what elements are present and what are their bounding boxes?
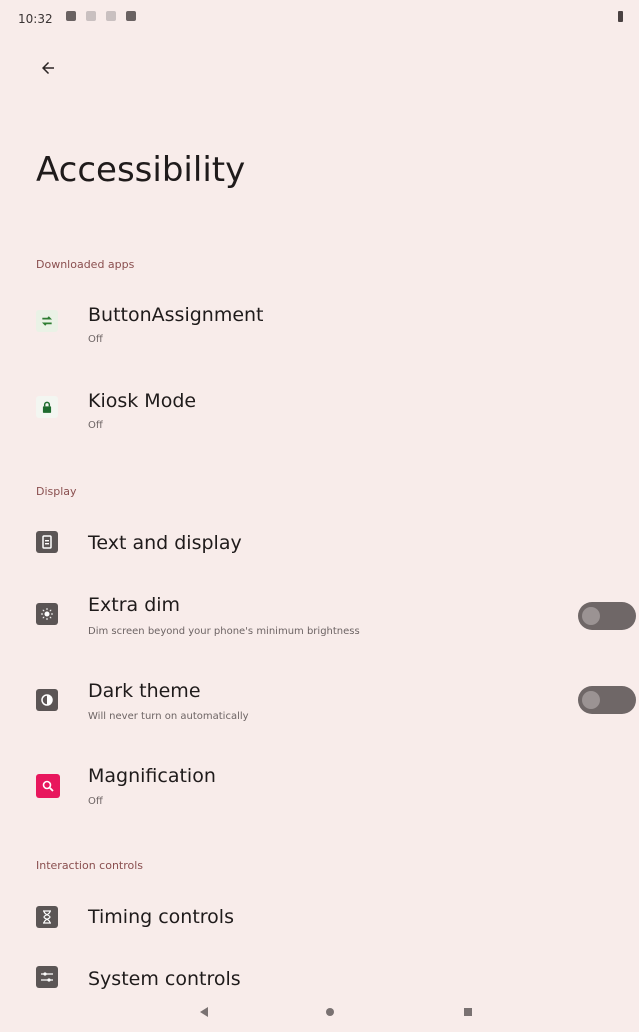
back-button[interactable] [32,52,64,84]
dark-theme-toggle[interactable] [578,686,636,714]
notification-icon [66,11,76,21]
status-time: 10:32 [18,12,53,26]
contrast-icon [36,689,58,711]
pref-title: Text and display [88,532,242,554]
pref-title: Dark theme [88,680,201,702]
section-header-downloaded-apps: Downloaded apps [36,258,135,271]
pref-title: Kiosk Mode [88,390,197,412]
swap-arrows-icon [36,310,58,332]
sim-icon [106,11,116,21]
toggle-knob [582,607,600,625]
section-header-interaction-controls: Interaction controls [36,859,144,872]
magnify-icon [36,774,60,798]
pref-magnification[interactable]: Magnification Off [0,752,639,822]
pref-extra-dim[interactable]: Extra dim Dim screen beyond your phone's… [0,580,639,650]
pref-title: ButtonAssignment [88,304,264,326]
status-notification-icons [66,11,136,21]
triangle-back-icon [200,1007,208,1017]
nav-back-button[interactable] [196,1004,212,1020]
pref-summary: Off [88,420,103,431]
system-controls-icon [36,966,58,988]
pref-dark-theme[interactable]: Dark theme Will never turn on automatica… [0,666,639,736]
brightness-icon [36,603,58,625]
pref-button-assignment[interactable]: ButtonAssignment Off [0,288,639,358]
extra-dim-toggle[interactable] [578,602,636,630]
nav-home-button[interactable] [322,1004,338,1020]
pref-title: Timing controls [88,906,234,928]
pref-summary: Dim screen beyond your phone's minimum b… [88,626,360,637]
navigation-bar [0,992,639,1032]
hourglass-icon [36,906,58,928]
pref-title: System controls [88,968,241,990]
square-recents-icon [464,1008,472,1016]
pref-title: Extra dim [88,594,181,616]
pref-system-controls[interactable]: System controls [0,952,639,992]
pref-summary: Off [88,796,103,807]
nav-recents-button[interactable] [460,1004,476,1020]
toggle-knob [582,691,600,709]
text-display-icon [36,531,58,553]
pref-summary: Will never turn on automatically [88,711,249,722]
circle-home-icon [326,1008,334,1016]
pref-text-and-display[interactable]: Text and display [0,508,639,578]
pref-timing-controls[interactable]: Timing controls [0,884,639,954]
lock-icon [36,396,58,418]
cloud-icon [86,11,96,21]
status-bar: 10:32 [0,0,639,36]
settings-icon [126,11,136,21]
pref-kiosk-mode[interactable]: Kiosk Mode Off [0,374,639,444]
page-title: Accessibility [36,150,246,190]
arrow-back-icon [42,62,54,74]
battery-icon [618,11,623,22]
pref-title: Magnification [88,765,216,787]
pref-summary: Off [88,334,103,345]
section-header-display: Display [36,485,77,498]
